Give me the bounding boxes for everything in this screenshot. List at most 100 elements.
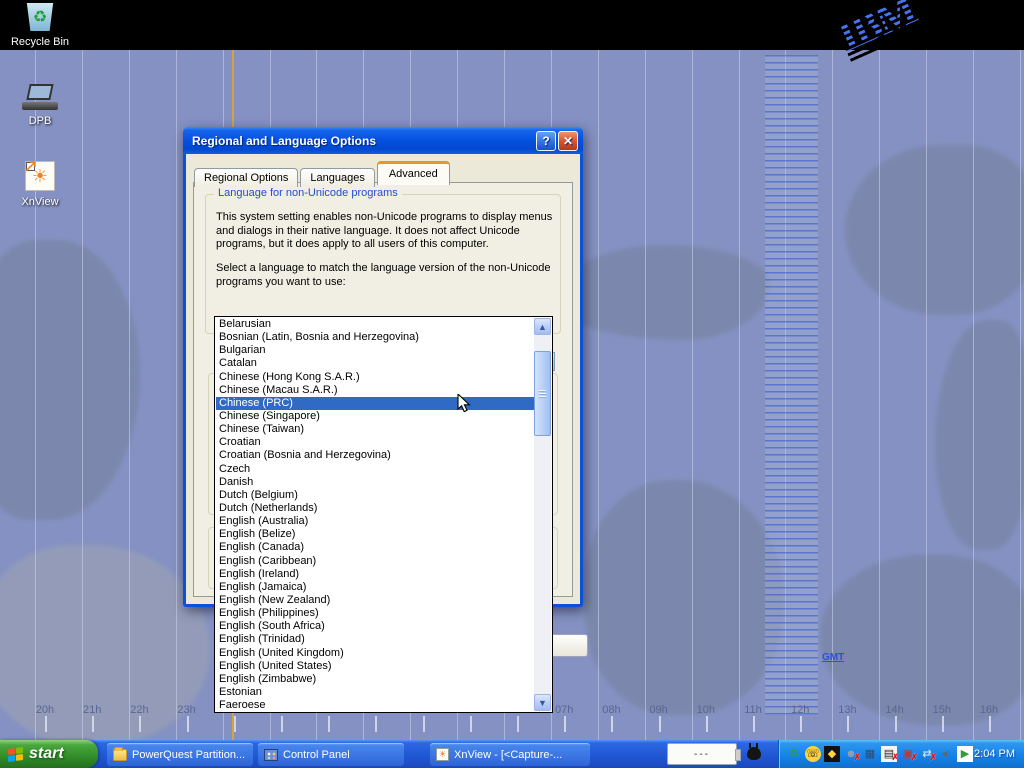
taskbar-task-1[interactable]: PowerQuest Partition... (107, 743, 253, 766)
tick-mark (989, 716, 991, 732)
language-option[interactable]: Chinese (PRC) (216, 397, 534, 410)
pc-error-tray-icon[interactable]: ▣✗ (900, 746, 916, 762)
language-option[interactable]: English (Canada) (216, 541, 534, 554)
desktop-icon-xnview[interactable]: ☀↗ XnView (2, 161, 78, 208)
language-option[interactable]: English (Zimbabwe) (216, 673, 534, 686)
tick-mark (470, 716, 472, 732)
grid-line (973, 50, 974, 740)
language-option[interactable]: English (Belize) (216, 528, 534, 541)
start-button[interactable]: start (0, 740, 98, 768)
dialog-titlebar[interactable]: Regional and Language Options ? ✕ (183, 127, 583, 154)
language-option[interactable]: Dutch (Netherlands) (216, 502, 534, 515)
grid-line (879, 50, 880, 740)
desktop-icon-recycle-bin[interactable]: ♻ Recycle Bin (2, 3, 78, 48)
vcom-tray-icon[interactable]: ☏ (805, 746, 821, 762)
volume-tray-icon[interactable]: ◀) (938, 746, 954, 762)
close-button[interactable]: ✕ (558, 131, 578, 151)
timezone-label: 14h (875, 704, 915, 716)
top-band: IBM (0, 0, 1024, 50)
grid-line (82, 50, 83, 740)
grid-line (176, 50, 177, 740)
tab-advanced[interactable]: Advanced (377, 161, 450, 185)
groupbox-title: Language for non-Unicode programs (214, 187, 402, 199)
network-places-tray-icon[interactable]: ▦ (862, 746, 878, 762)
tick-mark (800, 716, 802, 732)
tick-mark (92, 716, 94, 732)
language-option[interactable]: Croatian (216, 436, 534, 449)
grid-line (739, 50, 740, 740)
power-plug-icon (747, 747, 761, 760)
grid-line (129, 50, 130, 740)
laptop-icon (22, 84, 58, 110)
timezone-label: 15h (922, 704, 962, 716)
tab-languages[interactable]: Languages (300, 168, 374, 187)
grid-line (926, 50, 927, 740)
users-offline-tray-icon[interactable]: ☻✗ (843, 746, 859, 762)
timezone-label: 20h (25, 704, 65, 716)
task-label: Control Panel (283, 749, 350, 761)
scroll-up-icon[interactable]: ▲ (534, 318, 551, 335)
landmass (845, 145, 1024, 315)
timezone-label: 08h (591, 704, 631, 716)
help-button[interactable]: ? (536, 131, 556, 151)
timezone-label: 09h (639, 704, 679, 716)
tick-mark (517, 716, 519, 732)
taskbar-task-2[interactable]: Control Panel (258, 743, 404, 766)
language-option[interactable]: Faeroese (216, 699, 534, 711)
windows-flag-icon (8, 746, 23, 761)
timezone-label: 13h (827, 704, 867, 716)
taskbar-clock[interactable]: 2:04 PM (974, 740, 1015, 768)
desktop-icon-dpb[interactable]: DPB (2, 84, 78, 127)
language-option[interactable]: English (New Zealand) (216, 594, 534, 607)
dropdown-scrollbar[interactable]: ▲ ▼ (534, 318, 551, 711)
language-option[interactable]: English (Jamaica) (216, 581, 534, 594)
language-option[interactable]: English (Australia) (216, 515, 534, 528)
language-dropdown: BelarusianBosnian (Latin, Bosnia and Her… (214, 316, 553, 713)
grid-line (645, 50, 646, 740)
antivirus-disabled-tray-icon[interactable]: ▤✗ (881, 746, 897, 762)
language-option[interactable]: Bulgarian (216, 344, 534, 357)
language-option[interactable]: Belarusian (216, 318, 534, 331)
task-label: PowerQuest Partition... (132, 749, 245, 761)
start-label: start (29, 745, 64, 763)
network-error-tray-icon[interactable]: ⇄✗ (919, 746, 935, 762)
drive-image-tray-icon[interactable]: ♻ (786, 746, 802, 762)
battery-meter[interactable]: --- (667, 743, 737, 765)
language-option[interactable]: Czech (216, 463, 534, 476)
tick-mark (611, 716, 613, 732)
gmt-meridian-band (765, 55, 818, 715)
landmass (0, 240, 140, 520)
language-option[interactable]: Bosnian (Latin, Bosnia and Herzegovina) (216, 331, 534, 344)
mouse-cursor (457, 394, 476, 417)
language-option[interactable]: Dutch (Belgium) (216, 489, 534, 502)
tick-mark (375, 716, 377, 732)
tick-mark (847, 716, 849, 732)
timezone-label: 12h (780, 704, 820, 716)
language-option[interactable]: English (Philippines) (216, 607, 534, 620)
language-option[interactable]: English (Ireland) (216, 568, 534, 581)
timezone-label: 16h (969, 704, 1009, 716)
language-option[interactable]: Chinese (Taiwan) (216, 423, 534, 436)
scrollbar-thumb[interactable] (534, 351, 551, 436)
language-option[interactable]: Croatian (Bosnia and Herzegovina) (216, 449, 534, 462)
timezone-label: 21h (72, 704, 112, 716)
tab-regional-options[interactable]: Regional Options (194, 168, 298, 187)
language-option[interactable]: English (Trinidad) (216, 633, 534, 646)
language-option[interactable]: English (United States) (216, 660, 534, 673)
language-option[interactable]: Chinese (Macau S.A.R.) (216, 384, 534, 397)
language-option[interactable]: Chinese (Hong Kong S.A.R.) (216, 371, 534, 384)
language-option[interactable]: Catalan (216, 357, 534, 370)
taskbar-task-3[interactable]: ☀XnView - [<Capture-... (430, 743, 590, 766)
scroll-down-icon[interactable]: ▼ (534, 694, 551, 711)
language-option[interactable]: Estonian (216, 686, 534, 699)
language-option[interactable]: English (Caribbean) (216, 555, 534, 568)
scheduler-tray-icon[interactable]: ▶ (957, 746, 973, 762)
language-option[interactable]: English (South Africa) (216, 620, 534, 633)
language-option[interactable]: English (United Kingdom) (216, 647, 534, 660)
landmass (585, 480, 785, 715)
language-option[interactable]: Danish (216, 476, 534, 489)
language-option[interactable]: Chinese (Singapore) (216, 410, 534, 423)
tick-mark (895, 716, 897, 732)
taskbar: start PowerQuest Partition... Control Pan… (0, 740, 1024, 768)
norton-tray-icon[interactable]: ◆ (824, 746, 840, 762)
